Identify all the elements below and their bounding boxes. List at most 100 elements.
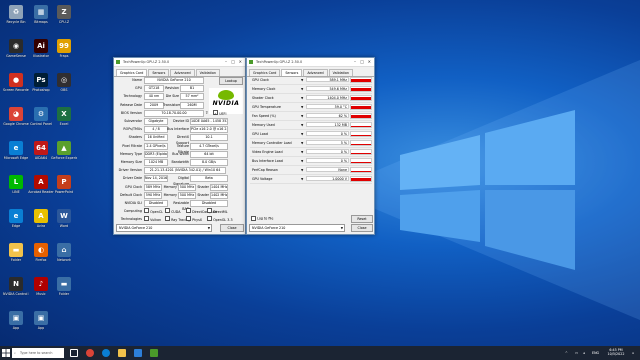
reset-button[interactable]: Reset <box>351 215 373 223</box>
sensor-row: Memory Clock ▼ 549.6 MHz <box>250 85 372 94</box>
desktop-icon[interactable]: P PowerPoint <box>51 174 77 200</box>
gpu-select[interactable]: NVIDIA GeForce 210 ▼ <box>116 224 212 232</box>
clock[interactable]: 6:45 PM 10/5/2022 <box>604 348 628 356</box>
desktop-icon[interactable]: X Excel <box>51 106 77 132</box>
sensor-dropdown-icon[interactable]: ▼ <box>301 149 303 155</box>
field-value: Gigabyte <box>144 118 168 125</box>
sensor-name: GPU Temperature <box>252 105 281 109</box>
close-button[interactable]: Close <box>351 224 373 232</box>
tray-chevron-icon[interactable]: ^ <box>565 351 568 355</box>
desktop-icon[interactable]: ▣ App <box>3 310 29 336</box>
sensor-dropdown-icon[interactable]: ▼ <box>301 77 303 83</box>
maximize-icon[interactable]: □ <box>360 58 364 66</box>
checkbox-box <box>144 216 149 222</box>
sensor-dropdown-icon[interactable]: ▼ <box>301 167 303 173</box>
desktop-icon[interactable]: Z CPU-Z <box>51 4 77 30</box>
start-button[interactable] <box>2 349 10 357</box>
close-icon[interactable]: ✕ <box>368 58 371 66</box>
desktop-icon[interactable]: 99 Fraps <box>51 38 77 64</box>
tab-graphics-card[interactable]: Graphics Card <box>116 69 148 76</box>
minimize-icon[interactable]: – <box>354 58 356 66</box>
language-indicator[interactable]: ENG <box>592 351 599 355</box>
app-icon: ▬ <box>57 277 71 291</box>
log-checkbox[interactable] <box>251 216 256 221</box>
tab-advanced[interactable]: Advanced <box>170 69 195 76</box>
chrome-taskbar-icon[interactable] <box>86 349 94 357</box>
sensor-graph-fill <box>351 126 371 127</box>
checkbox-box: ✓ <box>213 109 218 116</box>
app-icon: L <box>9 175 23 189</box>
tab-validation[interactable]: Validation <box>195 69 220 76</box>
sensor-graph-fill <box>351 153 371 154</box>
volume-icon[interactable]: ◂ <box>583 351 585 355</box>
field-value: 589 MHz <box>144 183 162 191</box>
task-view-icon[interactable] <box>70 349 78 357</box>
sensor-graph-fill <box>351 135 371 136</box>
sensor-dropdown-icon[interactable]: ▼ <box>301 131 303 137</box>
log-to-file-option[interactable]: Log to file <box>251 216 273 222</box>
field-value: GT218 <box>144 85 164 93</box>
close-icon[interactable]: ✕ <box>239 58 242 66</box>
sensor-dropdown-icon[interactable]: ▼ <box>301 95 303 101</box>
desktop-icon[interactable]: ◎ OBS <box>51 72 77 98</box>
sensor-graph <box>350 131 372 137</box>
desktop-icon[interactable]: ◉ GameSense <box>3 38 29 64</box>
sensor-dropdown-icon[interactable]: ▼ <box>301 122 303 128</box>
minimize-icon[interactable]: – <box>225 58 227 66</box>
store-icon[interactable] <box>134 349 142 357</box>
desktop-icon[interactable]: ● Screen Recorder <box>3 72 29 98</box>
desktop-icon[interactable]: ⌂ Network <box>51 242 77 268</box>
desktop-icon[interactable]: NNVIDIA Control Panel <box>3 276 29 302</box>
field-value: 1402 MHz <box>210 191 228 199</box>
notification-icon[interactable]: ▫ <box>632 351 634 355</box>
app-icon: ♻ <box>9 5 23 19</box>
sensor-value: 62 % <box>306 113 349 118</box>
tab-sensors[interactable]: Sensors <box>148 69 170 76</box>
taskbar: ⌕ Type here to search ^ ▭ ◂ ENG 6:45 PM … <box>0 346 640 360</box>
desktop-icon[interactable]: ▲GeForce Experience <box>51 140 77 166</box>
gpu-select[interactable]: NVIDIA GeForce 210 ▼ <box>249 224 345 232</box>
desktop-icon[interactable]: ▬ Folder <box>51 276 77 302</box>
desktop-icon[interactable]: e Microsoft Edge <box>3 140 29 166</box>
sensor-dropdown-icon[interactable]: ▼ <box>301 176 303 182</box>
field-value: 10.1 <box>190 134 228 142</box>
network-icon[interactable]: ▭ <box>575 351 578 355</box>
desktop-icon[interactable]: ♻ Recycle Bin <box>3 4 29 30</box>
close-button[interactable]: Close <box>220 224 244 232</box>
sensor-dropdown-icon[interactable]: ▼ <box>301 104 303 110</box>
gpuz-taskbar-icon[interactable] <box>150 349 158 357</box>
lookup-button[interactable]: Lookup <box>219 77 243 85</box>
field-label: Driver Date <box>122 176 142 181</box>
feature-checkbox: CUDA <box>165 208 181 215</box>
desktop-icon[interactable]: ▣ App <box>28 310 54 336</box>
tab-validation[interactable]: Validation <box>328 69 353 76</box>
maximize-icon[interactable]: □ <box>231 58 235 66</box>
share-icon[interactable]: ⇪ <box>205 110 208 116</box>
tab-graphics-card[interactable]: Graphics Card <box>249 69 281 76</box>
desktop-icon[interactable]: W Word <box>51 208 77 234</box>
desktop-icon[interactable]: ▬ Folder <box>3 242 29 268</box>
edge-taskbar-icon[interactable] <box>102 349 110 357</box>
gpu-select-value: NVIDIA GeForce 210 <box>252 226 286 230</box>
sensor-dropdown-icon[interactable]: ▼ <box>301 86 303 92</box>
tab-advanced[interactable]: Advanced <box>303 69 328 76</box>
app-icon: ◕ <box>9 107 23 121</box>
desktop-icon[interactable]: ◕ Google Chrome <box>3 106 29 132</box>
checkbox-box <box>186 208 191 214</box>
field-label: Memory <box>163 192 177 197</box>
field-label: Default Clock <box>119 192 142 197</box>
sensor-dropdown-icon[interactable]: ▼ <box>301 140 303 146</box>
title-bar[interactable]: TechPowerUp GPU-Z 2.50.0 – □ ✕ <box>114 58 245 67</box>
desktop-icon[interactable]: L LINE <box>3 174 29 200</box>
desktop-icon-label: App <box>12 326 20 330</box>
desktop-icon[interactable]: e Edge <box>3 208 29 234</box>
search-input[interactable]: ⌕ Type here to search <box>12 348 64 358</box>
feature-label: PhysX <box>192 218 203 223</box>
tab-sensors[interactable]: Sensors <box>281 69 303 76</box>
app-icon: 64 <box>34 141 48 155</box>
sensor-dropdown-icon[interactable]: ▼ <box>301 158 303 164</box>
sensor-dropdown-icon[interactable]: ▼ <box>301 113 303 119</box>
file-explorer-icon[interactable] <box>118 349 126 357</box>
field-value: 40 nm <box>144 93 164 101</box>
title-bar[interactable]: TechPowerUp GPU-Z 2.50.0 – □ ✕ <box>247 58 374 67</box>
